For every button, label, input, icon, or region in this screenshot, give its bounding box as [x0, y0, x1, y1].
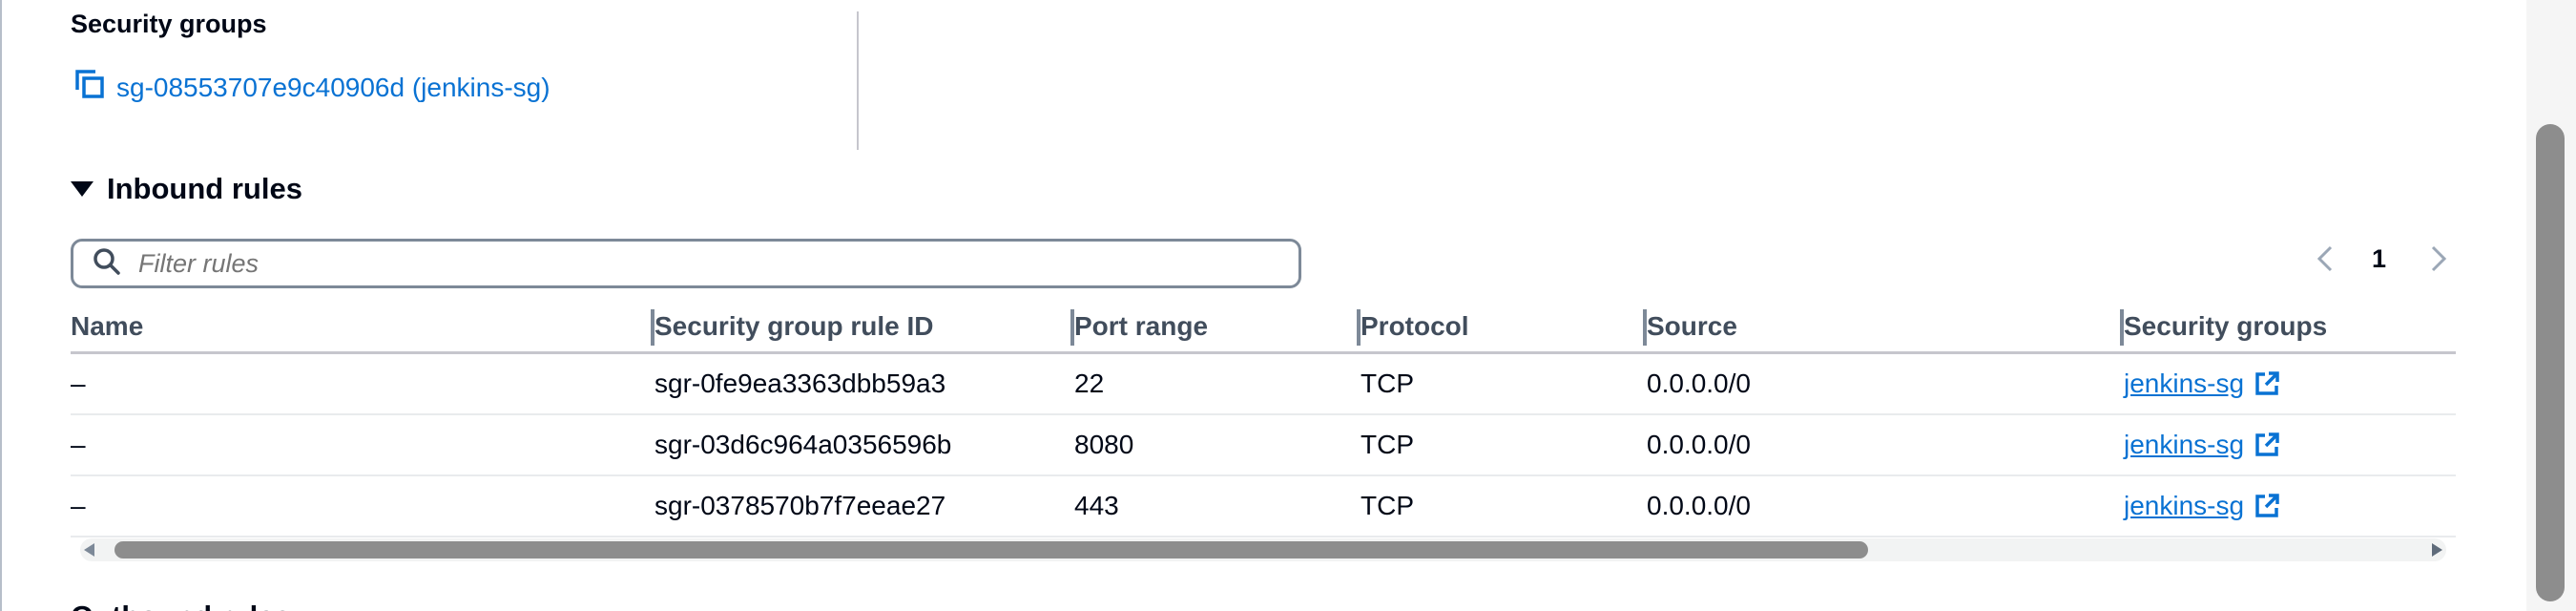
table-header-row: Name Security group rule ID Port range P…: [71, 302, 2456, 354]
external-link-icon[interactable]: [2254, 493, 2280, 519]
table-row: – sgr-0378570b7f7eeae27 443 TCP 0.0.0.0/…: [71, 475, 2456, 537]
cell-security-group: jenkins-sg: [2124, 475, 2456, 537]
inbound-rules-table: Name Security group rule ID Port range P…: [71, 302, 2456, 537]
security-group-link[interactable]: sg-08553707e9c40906d (jenkins-sg): [74, 69, 551, 106]
cell-protocol: TCP: [1361, 352, 1647, 415]
cell-name: –: [71, 414, 654, 476]
vertical-scrollbar-thumb[interactable]: [2536, 124, 2565, 601]
cell-protocol: TCP: [1361, 414, 1647, 476]
caret-down-icon[interactable]: [71, 181, 93, 197]
column-header-name[interactable]: Name: [71, 302, 654, 354]
cell-rule-id: sgr-0378570b7f7eeae27: [654, 475, 1074, 537]
cell-security-group: jenkins-sg: [2124, 414, 2456, 476]
cell-source: 0.0.0.0/0: [1647, 475, 2124, 537]
cell-source: 0.0.0.0/0: [1647, 352, 2124, 415]
copy-icon[interactable]: [74, 69, 105, 106]
page-number-1[interactable]: 1: [2372, 244, 2386, 274]
inbound-rules-heading: Inbound rules: [107, 172, 302, 205]
cell-port-range: 443: [1074, 475, 1361, 537]
cell-port-range: 8080: [1074, 414, 1361, 476]
search-icon: [93, 247, 121, 281]
panel-left-border: [0, 0, 2, 611]
horizontal-scrollbar[interactable]: [80, 538, 2446, 561]
security-group-external-link[interactable]: jenkins-sg: [2124, 430, 2280, 460]
chevron-right-icon[interactable]: [2425, 243, 2450, 279]
cell-source: 0.0.0.0/0: [1647, 414, 2124, 476]
filter-rules-field[interactable]: [71, 239, 1301, 288]
column-header-security-groups[interactable]: Security groups: [2124, 302, 2456, 354]
security-groups-heading: Security groups: [71, 10, 267, 38]
next-page-button[interactable]: [2425, 243, 2450, 279]
cell-rule-id: sgr-03d6c964a0356596b: [654, 414, 1074, 476]
external-link-icon[interactable]: [2254, 370, 2280, 397]
filter-rules-input[interactable]: [136, 247, 1237, 280]
external-link-icon[interactable]: [2254, 432, 2280, 458]
cell-name: –: [71, 352, 654, 415]
scroll-left-arrow-icon[interactable]: [84, 543, 94, 557]
column-header-rule-id[interactable]: Security group rule ID: [654, 302, 1074, 354]
security-group-external-link[interactable]: jenkins-sg: [2124, 369, 2280, 399]
security-group-link-label[interactable]: sg-08553707e9c40906d (jenkins-sg): [116, 73, 551, 103]
table-row: – sgr-0fe9ea3363dbb59a3 22 TCP 0.0.0.0/0…: [71, 352, 2456, 415]
cell-port-range: 22: [1074, 352, 1361, 415]
inbound-rules-toggle[interactable]: Inbound rules: [71, 172, 302, 206]
cell-name: –: [71, 475, 654, 537]
outbound-rules-heading: Outbound rules: [71, 598, 291, 611]
scrollbar-thumb[interactable]: [114, 541, 1868, 558]
column-divider: [857, 11, 859, 150]
vertical-scrollbar[interactable]: [2526, 0, 2576, 611]
column-header-source[interactable]: Source: [1647, 302, 2124, 354]
column-header-port-range[interactable]: Port range: [1074, 302, 1361, 354]
security-group-external-link[interactable]: jenkins-sg: [2124, 491, 2280, 521]
cell-protocol: TCP: [1361, 475, 1647, 537]
previous-page-button[interactable]: [2314, 243, 2338, 279]
cell-security-group: jenkins-sg: [2124, 352, 2456, 415]
table-row: – sgr-03d6c964a0356596b 8080 TCP 0.0.0.0…: [71, 414, 2456, 476]
column-header-protocol[interactable]: Protocol: [1361, 302, 1647, 354]
scroll-right-arrow-icon[interactable]: [2432, 543, 2442, 557]
cell-rule-id: sgr-0fe9ea3363dbb59a3: [654, 352, 1074, 415]
chevron-left-icon[interactable]: [2314, 243, 2338, 279]
